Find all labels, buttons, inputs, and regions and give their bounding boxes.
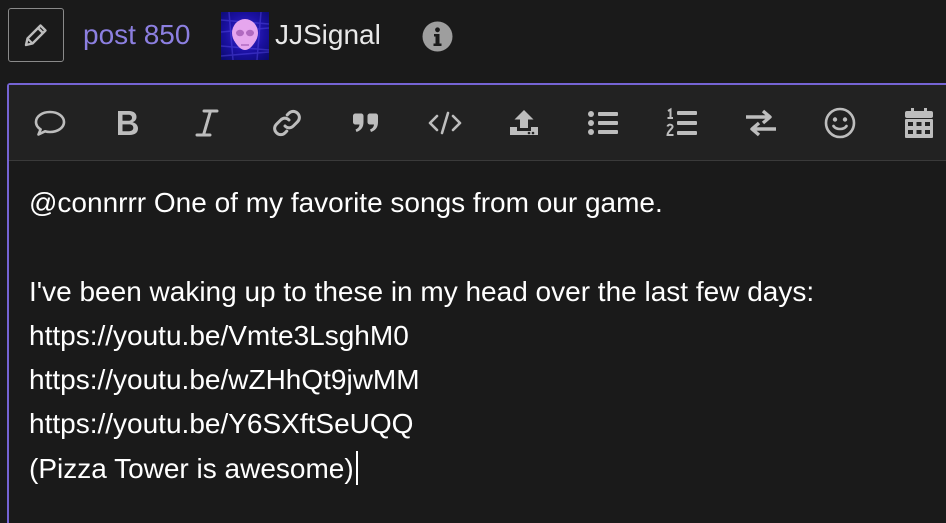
text-caret	[355, 450, 358, 485]
text-line: https://youtu.be/wZHhQt9jwMM	[29, 364, 420, 396]
text-line: ​	[29, 225, 946, 269]
bold-icon	[118, 111, 138, 135]
quote-bubble-button[interactable]	[28, 101, 72, 145]
calendar-icon	[905, 108, 933, 138]
pencil-icon	[24, 24, 47, 47]
bullet-list-button[interactable]	[581, 101, 625, 145]
editor-toolbar	[9, 85, 946, 161]
bullet-list-icon	[588, 111, 618, 135]
avatar[interactable]	[221, 12, 269, 60]
upload-button[interactable]	[502, 101, 546, 145]
toggle-direction-button[interactable]	[739, 101, 783, 145]
username-link[interactable]: JJSignal	[275, 18, 381, 52]
calendar-button[interactable]	[897, 101, 941, 145]
post-number-link[interactable]: post 850	[83, 18, 190, 52]
composer-textarea[interactable]: @connrrr One of my favorite songs from o…	[29, 181, 946, 491]
code-button[interactable]	[423, 101, 467, 145]
emoji-icon	[824, 107, 856, 139]
link-icon	[273, 109, 301, 137]
text-line: https://youtu.be/Y6SXftSeUQQ	[29, 408, 414, 440]
blockquote-button[interactable]	[344, 101, 388, 145]
italic-icon	[195, 109, 219, 137]
text-line-last: (Pizza Tower is awesome)	[29, 447, 946, 491]
text-line: I've been waking up to these in my head …	[29, 275, 815, 307]
edit-post-button[interactable]	[8, 8, 64, 62]
upload-icon	[510, 110, 538, 135]
italic-button[interactable]	[185, 101, 229, 145]
quote-bubble-icon	[34, 110, 66, 136]
link-button[interactable]	[265, 101, 309, 145]
composer: @connrrr One of my favorite songs from o…	[7, 83, 946, 523]
code-icon	[428, 111, 462, 135]
avatar-image	[221, 12, 269, 60]
toggle-direction-icon	[746, 109, 776, 137]
text-line: (Pizza Tower is awesome)	[29, 452, 354, 484]
blockquote-icon	[353, 113, 378, 132]
bold-button[interactable]	[106, 101, 150, 145]
info-circle-icon[interactable]	[422, 21, 453, 52]
emoji-button[interactable]	[818, 101, 862, 145]
text-line: @connrrr One of my favorite songs from o…	[29, 187, 663, 218]
post-header: post 850 JJSignal	[0, 0, 946, 72]
text-line: https://youtu.be/Vmte3LsghM0	[29, 319, 409, 351]
numbered-list-icon	[666, 107, 697, 136]
numbered-list-button[interactable]	[660, 101, 704, 145]
